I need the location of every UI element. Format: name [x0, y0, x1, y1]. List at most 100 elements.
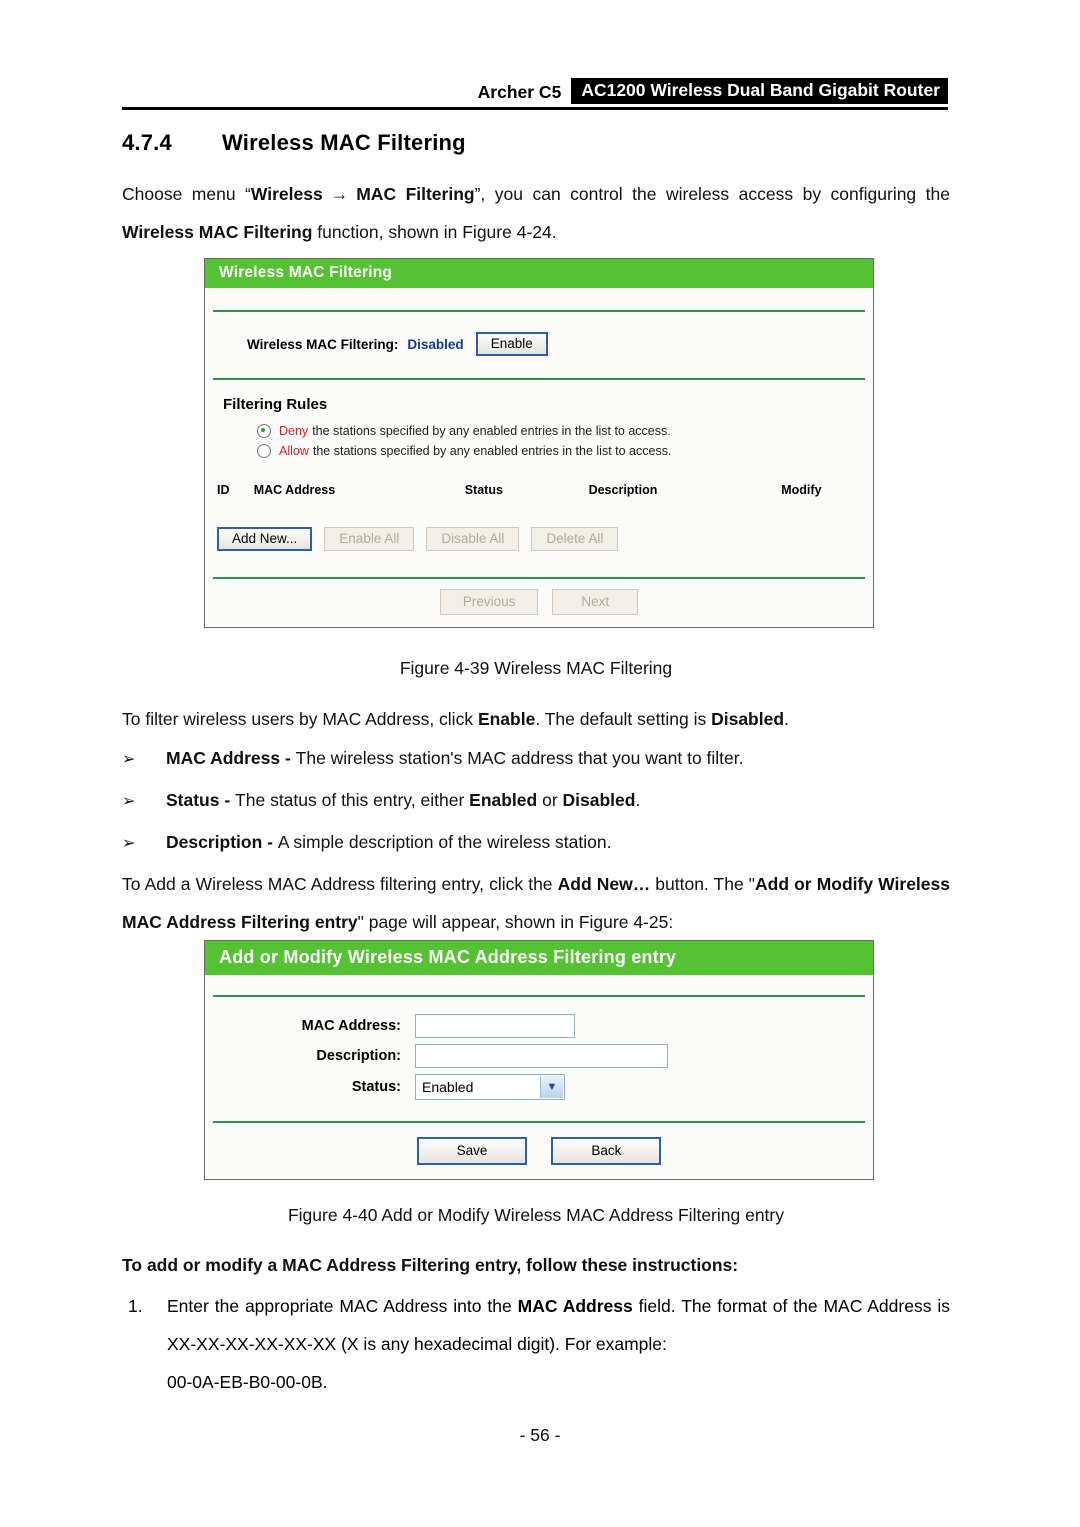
status-label: Wireless MAC Filtering: [247, 336, 399, 352]
list-item-description: ➢ Description - A simple description of t… [122, 827, 950, 858]
after-fig1-disabled: Disabled [711, 709, 785, 729]
radio-deny-icon[interactable] [257, 424, 271, 438]
bullet-term-description: Description [166, 832, 263, 852]
column-header-description: Description [588, 483, 658, 497]
column-header-mac-address: MAC Address [253, 483, 336, 497]
add-new-button[interactable]: Add New... [217, 527, 313, 551]
intro-bold-feature: Wireless MAC Filtering [122, 222, 313, 242]
mac-address-input[interactable] [415, 1014, 575, 1038]
description-input[interactable] [415, 1044, 668, 1068]
step-1-example: 00-0A-EB-B0-00-0B. [167, 1372, 328, 1392]
before-fig2-text-1: To Add a Wireless MAC Address filtering … [122, 874, 558, 894]
description-label: Description: [316, 1048, 401, 1064]
figure-1-caption: Figure 4-39 Wireless MAC Filtering [399, 658, 673, 678]
rule-option-deny[interactable]: Deny the stations specified by any enabl… [205, 421, 873, 441]
intro-text-3: the [925, 184, 950, 204]
filter-instructions-paragraph: To filter wireless users by MAC Address,… [122, 700, 950, 738]
menu-mac-filtering: MAC Filtering [356, 184, 475, 204]
bullet-term-status: Status [166, 790, 220, 810]
page-title: 4.7.4 Wireless MAC Filtering [122, 130, 466, 156]
status-select-value: Enabled [422, 1079, 474, 1095]
running-header: Archer C5 AC1200 Wireless Dual Band Giga… [122, 78, 948, 112]
rule-allow-keyword: Allow [279, 444, 309, 458]
bullet-text-mac-address: The wireless station's MAC address that … [295, 748, 744, 768]
wireless-mac-filtering-status-row: Wireless MAC Filtering: Disabled Enable [205, 324, 873, 366]
step-1-text-a: Enter the appropriate MAC Address into t… [167, 1296, 518, 1316]
filtering-rules-heading: Filtering Rules [223, 396, 328, 413]
column-header-modify: Modify [781, 483, 822, 497]
list-item-status: ➢ Status - The status of this entry, eith… [122, 785, 950, 816]
page-number: - 56 - [519, 1425, 561, 1445]
panel2-title-bar: Add or Modify Wireless MAC Address Filte… [205, 941, 873, 975]
instructions-heading: To add or modify a MAC Address Filtering… [122, 1255, 739, 1275]
entries-action-buttons: Add New... Enable All Disable All Delete… [205, 497, 873, 565]
status-select[interactable]: Enabled ▼ [415, 1074, 565, 1100]
bullet-status-or: or [537, 790, 563, 810]
panel-spacer [205, 288, 873, 310]
bullet-arrow-icon: ➢ [122, 833, 136, 852]
step-1-number: 1. [128, 1296, 143, 1316]
intro-text-4: function, shown in Figure 4-24. [312, 222, 557, 242]
bullet-status-enabled: Enabled [469, 790, 538, 810]
panel2-spacer [205, 975, 873, 995]
entry-form-section: MAC Address: Description: Status: Enable… [205, 997, 873, 1121]
save-button[interactable]: Save [416, 1137, 528, 1165]
next-page-button[interactable]: Next [552, 589, 639, 615]
add-entry-paragraph: To Add a Wireless MAC Address filtering … [122, 865, 950, 941]
intro-text-2: ”, you can control the wireless access b… [474, 184, 917, 204]
form-action-buttons: Save Back [205, 1123, 873, 1179]
bullet-text-description: A simple description of the wireless sta… [277, 832, 612, 852]
rule-allow-text: the stations specified by any enabled en… [312, 444, 672, 458]
before-fig2-text-2: button. The " [650, 874, 756, 894]
delete-all-button[interactable]: Delete All [531, 527, 619, 551]
radio-allow-icon[interactable] [257, 444, 271, 458]
bullet-arrow-icon: ➢ [122, 749, 136, 768]
intro-text-1: Choose menu “ [122, 184, 251, 204]
mac-address-label: MAC Address: [301, 1018, 401, 1034]
column-header-id: ID [217, 483, 230, 497]
column-header-status: Status [464, 483, 503, 497]
panel-title-bar: Wireless MAC Filtering [205, 259, 873, 288]
step-1-text: Enter the appropriate MAC Address into t… [167, 1287, 950, 1401]
bullet-text-status: The status of this entry, either [235, 790, 470, 810]
step-1: 1. Enter the appropriate MAC Address int… [122, 1287, 950, 1401]
form-row-mac-address: MAC Address: [205, 1011, 873, 1041]
enable-button[interactable]: Enable [475, 332, 548, 356]
figure-2-caption: Figure 4-40 Add or Modify Wireless MAC A… [287, 1205, 784, 1225]
filtering-rules-section: Filtering Rules Deny the stations specif… [205, 380, 873, 577]
status-badge: Disabled [407, 336, 464, 352]
enable-all-button[interactable]: Enable All [324, 527, 415, 551]
intro-paragraph: Choose menu “Wireless → MAC Filtering”, yo… [122, 175, 950, 251]
bullet-status-tail: . [635, 790, 641, 810]
bullet-dash-1: - [219, 790, 236, 810]
rule-option-allow[interactable]: Allow the stations specified by any enab… [205, 441, 873, 461]
product-name-badge: AC1200 Wireless Dual Band Gigabit Router [571, 78, 948, 104]
step-1-field-name: MAC Address [517, 1296, 633, 1316]
section-number: 4.7.4 [122, 130, 172, 155]
before-fig2-add-new: Add New… [557, 874, 651, 894]
before-fig2-text-3: " page will appear, shown in Figure 4-25… [357, 912, 674, 932]
rule-deny-keyword: Deny [279, 424, 309, 438]
list-item-mac-address: ➢ MAC Address - The wireless station's MA… [122, 743, 950, 774]
bullet-term-mac-address: MAC Address [166, 748, 281, 768]
bullet-arrow-icon: ➢ [122, 791, 136, 810]
disable-all-button[interactable]: Disable All [426, 527, 520, 551]
form-row-status: Status: Enabled ▼ [205, 1071, 873, 1103]
previous-page-button[interactable]: Previous [439, 589, 539, 615]
rule-deny-text: the stations specified by any enabled en… [312, 424, 671, 438]
back-button[interactable]: Back [551, 1137, 662, 1165]
form-row-description: Description: [205, 1041, 873, 1071]
chevron-down-icon[interactable]: ▼ [540, 1076, 563, 1098]
after-fig1-text-3: . [784, 709, 789, 729]
after-fig1-text-1: To filter wireless users by MAC Address,… [122, 709, 478, 729]
bullet-status-disabled: Disabled [562, 790, 636, 810]
arrow-icon: → [330, 184, 349, 204]
menu-wireless: Wireless [250, 184, 323, 204]
bullet-dash-0: - [280, 748, 296, 768]
section-title: Wireless MAC Filtering [222, 130, 466, 155]
header-divider [122, 107, 948, 110]
figure-add-or-modify-entry: Add or Modify Wireless MAC Address Filte… [204, 940, 874, 1180]
before-fig2-bold-1: Add or Modify [755, 874, 874, 894]
figure-wireless-mac-filtering: Wireless MAC Filtering Wireless MAC Filt… [204, 258, 874, 628]
model-name: Archer C5 [477, 81, 562, 102]
